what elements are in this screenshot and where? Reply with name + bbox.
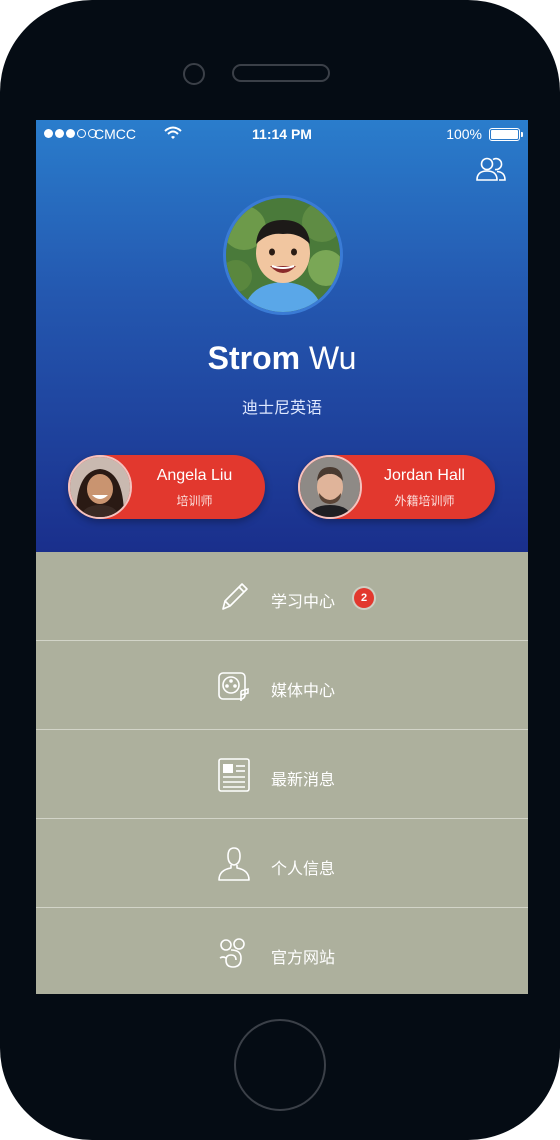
film-reel-icon xyxy=(218,672,249,701)
menu-item-media-center[interactable]: 媒体中心 xyxy=(36,641,528,730)
status-bar: CMCC 11:14 PM 100% xyxy=(36,120,528,148)
menu-label: 官方网站 xyxy=(271,950,336,967)
person-icon xyxy=(218,847,250,881)
menu-item-latest-news[interactable]: 最新消息 xyxy=(36,730,528,819)
profile-first-name: Strom xyxy=(207,340,301,376)
teacher-card-jordan[interactable]: Jordan Hall 外籍培训师 xyxy=(298,455,495,519)
teacher-role: 培训师 xyxy=(176,494,213,508)
teacher-card-angela[interactable]: Angela Liu 培训师 xyxy=(68,455,265,519)
menu-label: 最新消息 xyxy=(271,772,336,789)
battery-icon xyxy=(489,128,523,141)
earpiece-speaker xyxy=(232,64,330,82)
menu-item-personal-info[interactable]: 个人信息 xyxy=(36,819,528,908)
profile-last-name: Wu xyxy=(308,340,357,376)
notification-badge: 2 xyxy=(354,588,374,608)
profile-avatar[interactable] xyxy=(223,195,343,315)
phone-frame: CMCC 11:14 PM 100% Strom Wu 迪士尼英语 Angela… xyxy=(0,0,560,1140)
teacher-role: 外籍培训师 xyxy=(394,494,455,508)
contacts-icon[interactable] xyxy=(476,156,506,182)
profile-subtitle: 迪士尼英语 xyxy=(241,400,322,417)
menu-item-learning-center[interactable]: 学习中心 2 xyxy=(36,552,528,641)
main-menu: 学习中心 2 媒体中心 最新消息 个人信息 官方网站 xyxy=(36,552,528,994)
menu-label: 个人信息 xyxy=(271,861,336,878)
teacher-name: Jordan Hall xyxy=(384,467,465,484)
home-button[interactable] xyxy=(234,1019,326,1111)
teacher-name: Angela Liu xyxy=(156,467,233,484)
menu-label: 媒体中心 xyxy=(271,683,336,700)
app-screen: CMCC 11:14 PM 100% Strom Wu 迪士尼英语 Angela… xyxy=(36,120,528,994)
battery-percentage: 100% xyxy=(446,126,482,142)
menu-item-official-website[interactable]: 官方网站 xyxy=(36,908,528,994)
profile-name: Strom Wu xyxy=(36,340,528,377)
mickey-icon xyxy=(219,938,245,968)
teacher-avatar xyxy=(298,455,362,519)
pencil-icon xyxy=(222,583,248,610)
profile-header: CMCC 11:14 PM 100% Strom Wu 迪士尼英语 Angela… xyxy=(36,120,528,552)
menu-label: 学习中心 xyxy=(271,594,336,611)
front-camera xyxy=(183,63,205,85)
teacher-avatar xyxy=(68,455,132,519)
newspaper-icon xyxy=(218,758,250,792)
